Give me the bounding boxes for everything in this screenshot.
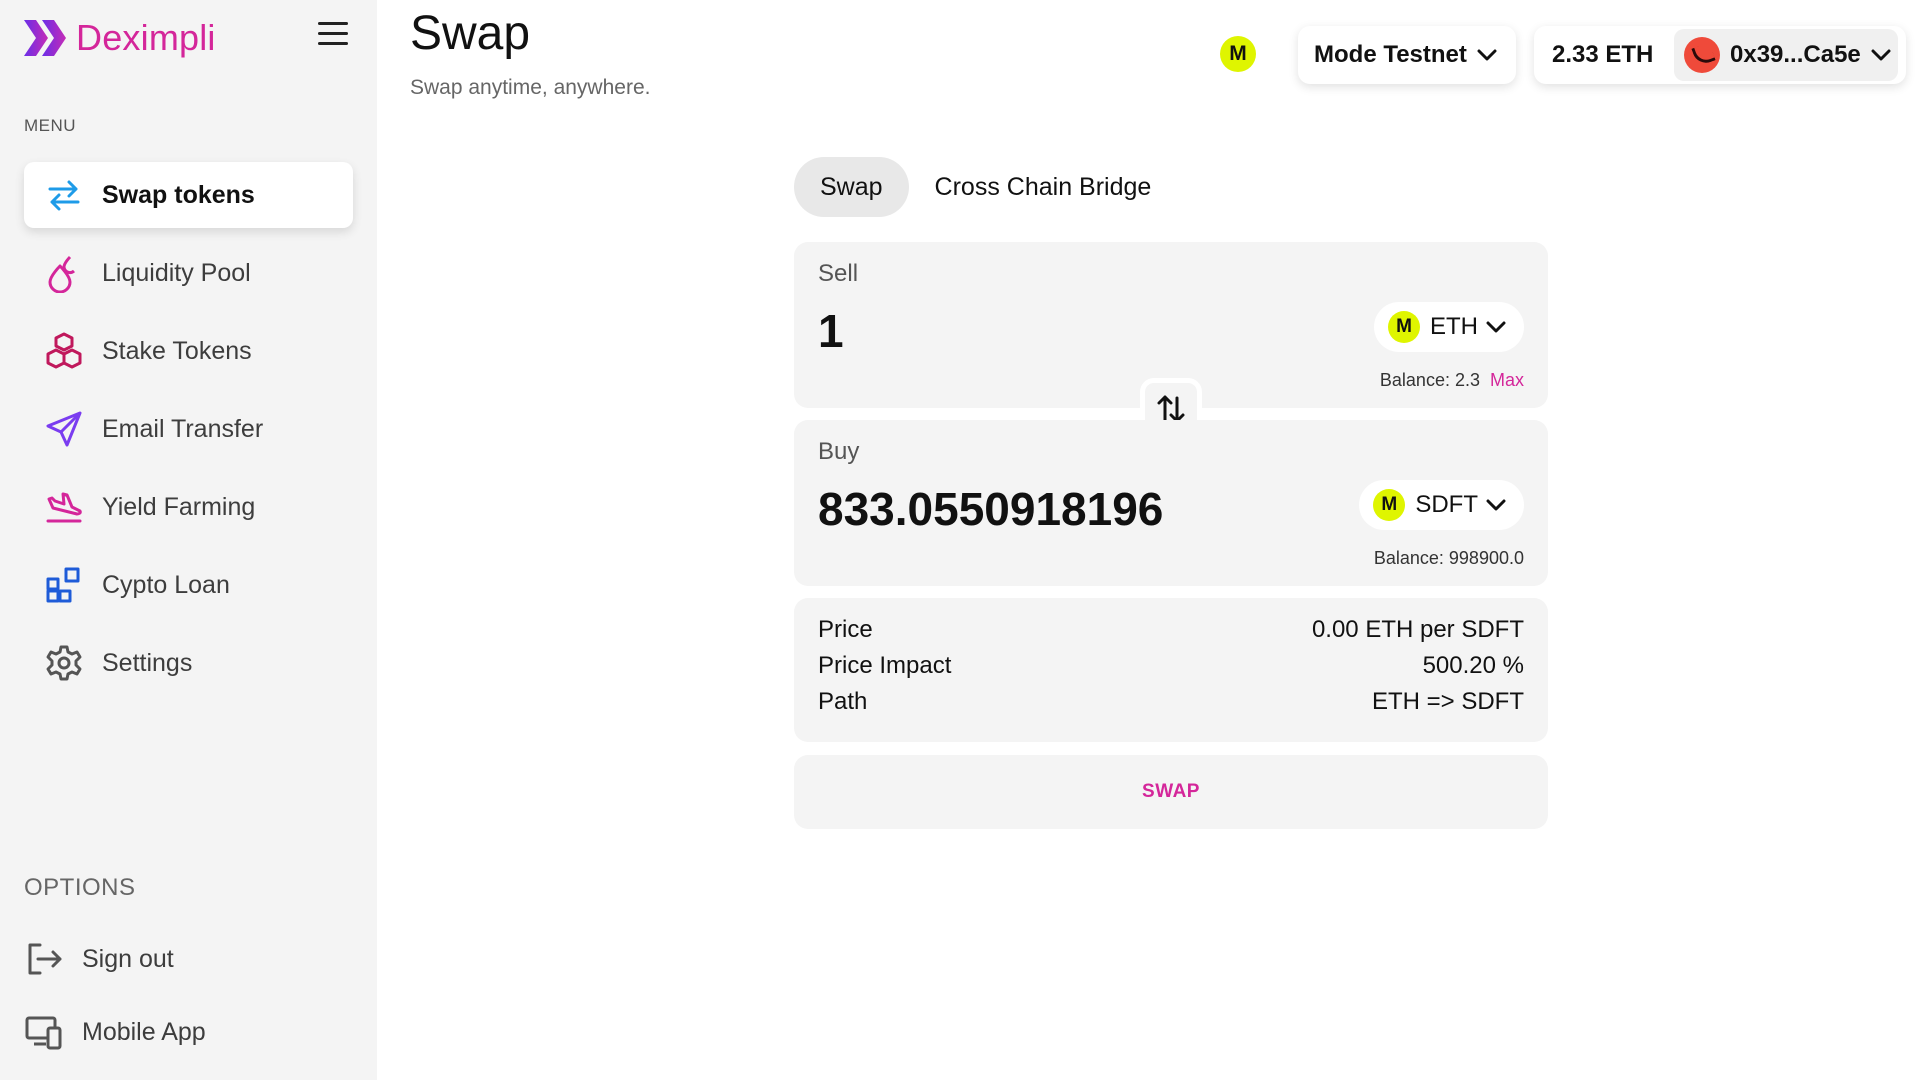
gear-icon [24,643,102,683]
cubes-icon [24,331,102,371]
price-value: 0.00 ETH per SDFT [1311,616,1524,643]
sign-out-label: Sign out [82,944,174,973]
swap-info-panel: Price 0.00 ETH per SDFT Price Impact 500… [794,598,1548,742]
path-value: ETH => SDFT [1371,688,1524,715]
sign-out-icon [24,941,64,977]
chain-name: Mode Testnet [1314,41,1467,68]
chevron-down-icon [1477,49,1497,61]
wallet-address: 0x39...Ca5e [1730,41,1861,68]
sidebar-item-liquidity-pool[interactable]: Liquidity Pool [24,240,353,306]
mobile-app-button[interactable]: Mobile App [24,1007,206,1057]
sidebar-item-label: Stake Tokens [102,336,252,365]
sidebar-item-email-transfer[interactable]: Email Transfer [24,396,353,462]
wallet-balance: 2.33 ETH [1552,41,1654,68]
brand-chevrons-icon [24,20,66,56]
paper-plane-icon [24,409,102,449]
droplets-icon [24,253,102,293]
sidebar-item-yield-farming[interactable]: Yield Farming [24,474,353,540]
brand-name: Deximpli [76,17,216,58]
brand-logo[interactable]: Deximpli [24,14,216,62]
avatar [1684,37,1720,73]
tab-cross-chain-bridge[interactable]: Cross Chain Bridge [909,157,1178,217]
sell-balance-text: Balance: 2.3 [1379,370,1480,390]
token-icon: M [1388,311,1420,343]
tab-swap[interactable]: Swap [794,157,909,217]
sidebar-item-swap-tokens[interactable]: Swap tokens [24,162,353,228]
sidebar-item-stake-tokens[interactable]: Stake Tokens [24,318,353,384]
page-subtitle: Swap anytime, anywhere. [410,76,651,99]
sidebar-item-label: Email Transfer [102,414,264,443]
path-label: Path [818,688,868,715]
chevron-down-icon [1486,499,1506,511]
sell-balance: Balance: 2.3 Max [1380,370,1524,391]
price-row: Price 0.00 ETH per SDFT [818,616,1524,644]
sell-label: Sell [818,260,859,287]
sidebar-item-label: Liquidity Pool [102,258,251,287]
chain-selector-button[interactable]: Mode Testnet [1298,26,1516,84]
token-icon: M [1373,489,1406,521]
plane-landing-icon [24,487,102,527]
sell-amount-input[interactable]: 1 [818,304,1170,358]
price-label: Price [818,616,873,643]
sidebar-item-label: Cypto Loan [102,570,230,599]
path-row: Path ETH => SDFT [818,688,1524,716]
page-title: Swap [410,7,531,60]
account-widget: 2.33 ETH 0x39...Ca5e [1534,26,1906,84]
buy-token-symbol: SDFT [1415,491,1478,518]
network-badge[interactable]: M [1220,36,1256,72]
mobile-app-label: Mobile App [82,1017,206,1046]
max-button[interactable]: Max [1490,370,1524,390]
sidebar-nav: Swap tokens Liquidity Pool Stake Tokens [24,162,353,708]
sidebar-item-label: Settings [102,648,193,677]
sidebar-item-crypto-loan[interactable]: Cypto Loan [24,552,353,618]
swap-tabs: Swap Cross Chain Bridge [794,157,1177,217]
devices-icon [24,1014,64,1050]
options-section-label: OPTIONS [24,874,136,901]
price-impact-label: Price Impact [818,652,952,679]
swap-button[interactable]: SWAP [794,755,1548,829]
menu-section-label: MENU [24,116,77,135]
chevron-down-icon [1871,49,1891,61]
buy-balance: Balance: 998900.0 [1373,548,1524,568]
hamburger-menu-icon[interactable] [318,22,348,48]
sidebar-item-settings[interactable]: Settings [24,630,353,696]
sell-token-selector[interactable]: M ETH [1374,302,1524,352]
sell-token-symbol: ETH [1430,313,1478,340]
sidebar-item-label: Yield Farming [102,492,256,521]
buy-label: Buy [818,438,860,465]
price-impact-row: Price Impact 500.20 % [818,652,1524,680]
buy-amount-input[interactable]: 833.0550918196 [818,482,1170,536]
account-button[interactable]: 0x39...Ca5e [1674,29,1898,81]
price-impact-value: 500.20 % [1422,652,1524,679]
swap-arrows-icon [24,175,102,215]
sidebar: Deximpli MENU Swap tokens Liquidity Pool [0,0,377,1080]
chevron-down-icon [1486,321,1506,333]
apps-icon [24,565,102,605]
buy-token-selector[interactable]: M SDFT [1359,480,1524,530]
buy-panel: Buy 833.0550918196 M SDFT Balance: 99890… [794,420,1548,586]
sign-out-button[interactable]: Sign out [24,934,174,984]
sidebar-item-label: Swap tokens [102,180,255,209]
